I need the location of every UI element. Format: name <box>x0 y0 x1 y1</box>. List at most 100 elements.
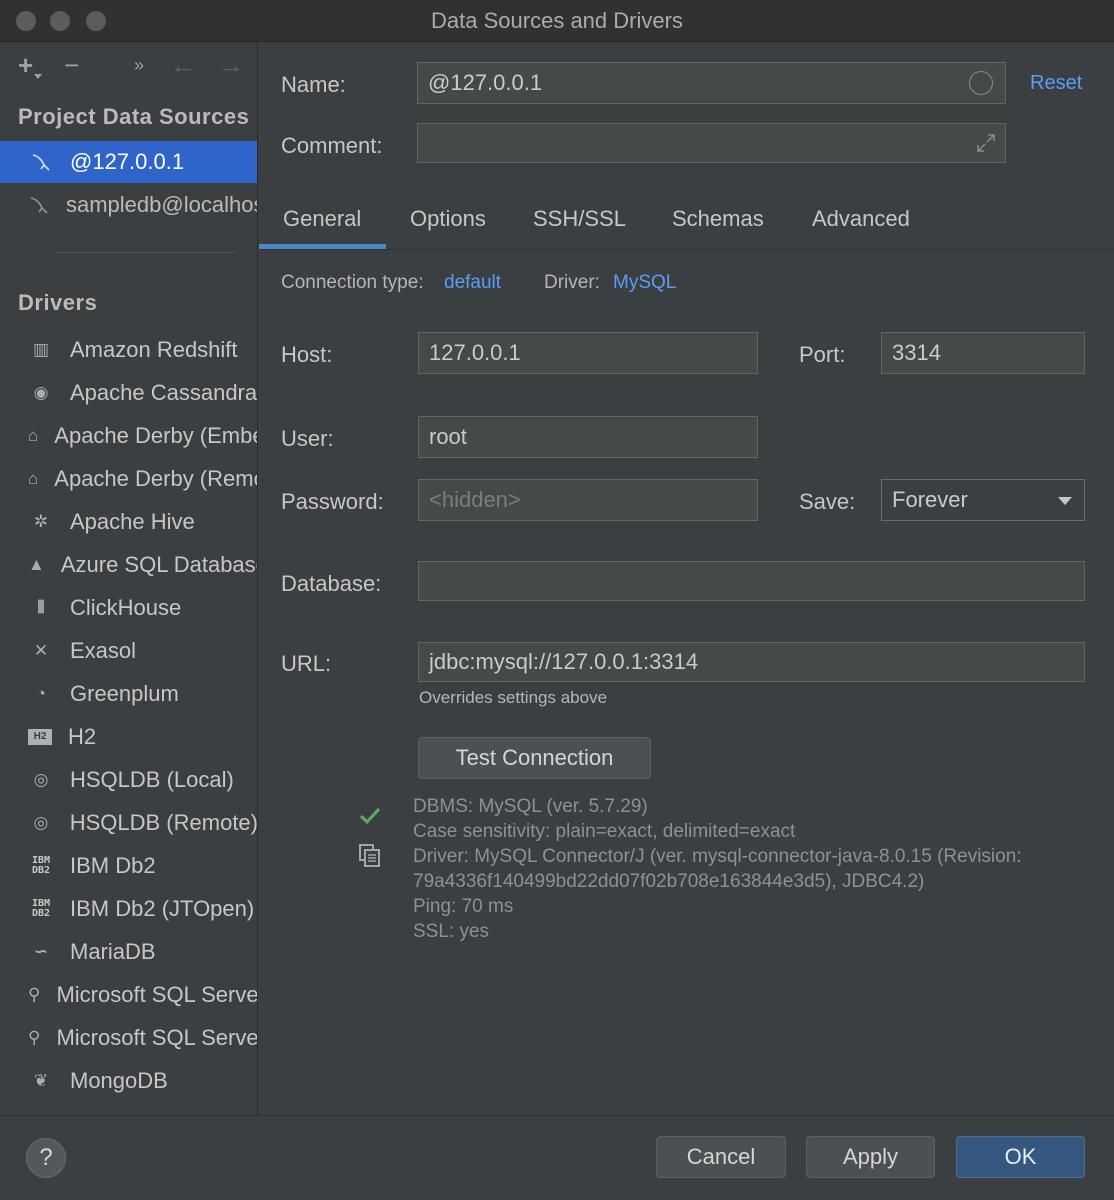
driver-item[interactable]: ⚲ Microsoft SQL Server <box>0 1016 257 1059</box>
test-connection-button[interactable]: Test Connection <box>418 737 651 779</box>
window-title: Data Sources and Drivers <box>431 7 683 33</box>
result-line: Case sensitivity: plain=exact, delimited… <box>413 821 796 842</box>
ok-button[interactable]: OK <box>956 1136 1085 1178</box>
ibm-db2-icon: IBM DB2 <box>31 897 51 919</box>
url-input[interactable]: jdbc:mysql://127.0.0.1:3314 <box>418 642 1085 682</box>
help-icon[interactable]: ? <box>26 1138 66 1178</box>
driver-item[interactable]: ▲ Azure SQL Database <box>0 543 258 586</box>
driver-item[interactable]: ⦀ ClickHouse <box>0 586 257 629</box>
password-input[interactable]: <hidden> <box>418 479 758 521</box>
host-label: Host: <box>281 342 333 367</box>
host-input[interactable]: 127.0.0.1 <box>418 332 758 374</box>
success-check-icon <box>359 806 381 832</box>
result-line: Ping: 70 ms <box>413 896 514 917</box>
driver-item[interactable]: ◉ Apache Cassandra <box>0 371 257 414</box>
apply-button[interactable]: Apply <box>806 1136 935 1178</box>
driver-label: MariaDB <box>70 938 156 964</box>
remove-icon[interactable]: − <box>64 52 79 78</box>
driver-item[interactable]: ⚲ Microsoft SQL Server <box>0 973 257 1016</box>
driver-item[interactable]: ✲ Apache Hive <box>0 500 257 543</box>
save-select[interactable]: Forever <box>881 479 1085 521</box>
save-value: Forever <box>892 487 968 512</box>
add-dropdown-icon[interactable] <box>34 74 42 79</box>
driver-link[interactable]: MySQL <box>613 272 676 294</box>
connection-type-link[interactable]: default <box>444 272 501 294</box>
tab-options[interactable]: Options <box>410 206 486 232</box>
minimize-window-button[interactable] <box>50 11 70 31</box>
drivers-header: Drivers <box>18 290 98 315</box>
hsqldb-icon: ◎ <box>33 769 49 789</box>
add-icon[interactable]: + <box>18 52 33 78</box>
exasol-icon: ✕ <box>33 640 49 660</box>
save-label: Save: <box>799 489 856 514</box>
driver-label: Amazon Redshift <box>70 336 238 362</box>
tab-advanced[interactable]: Advanced <box>812 206 910 232</box>
forward-arrow-icon[interactable]: → <box>218 52 244 78</box>
driver-item[interactable]: ⌂ Apache Derby (Remote) <box>0 457 257 500</box>
name-input[interactable]: @127.0.0.1 <box>417 62 1006 104</box>
mariadb-icon: ∽ <box>33 941 49 961</box>
tab-schemas[interactable]: Schemas <box>672 206 764 232</box>
mssql-icon: ⚲ <box>28 984 41 1004</box>
ibm-db2-icon: IBM DB2 <box>31 854 51 876</box>
driver-label: HSQLDB (Local) <box>70 766 234 792</box>
result-line: SSL: yes <box>413 921 490 942</box>
driver-item[interactable]: ◎ HSQLDB (Remote) <box>0 801 257 844</box>
reset-link[interactable]: Reset <box>1030 72 1082 95</box>
port-value: 3314 <box>892 340 941 365</box>
tab-ssh-ssl[interactable]: SSH/SSL <box>533 206 626 232</box>
azure-icon: ▲ <box>28 554 45 574</box>
zoom-window-button[interactable] <box>86 11 106 31</box>
sidebar-toolbar: + − » ← → <box>0 42 257 92</box>
clickhouse-icon: ⦀ <box>37 597 45 617</box>
driver-item[interactable]: ∽ MariaDB <box>0 930 257 973</box>
mongodb-icon: ❦ <box>33 1070 49 1090</box>
driver-item[interactable]: H2 H2 <box>0 715 257 758</box>
mssql-icon: ⚲ <box>28 1027 41 1047</box>
driver-label: Apache Derby (Remote) <box>54 465 257 491</box>
driver-item[interactable]: ▥ Amazon Redshift <box>0 328 257 371</box>
data-source-item[interactable]: sampledb@localhost <box>0 184 257 226</box>
tab-general[interactable]: General <box>283 206 361 232</box>
more-icon[interactable]: » <box>134 52 144 78</box>
copy-icon[interactable] <box>359 844 381 874</box>
driver-item[interactable]: ⌂ Apache Derby (Embedded) <box>0 414 257 457</box>
result-line: Driver: MySQL Connector/J (ver. mysql-co… <box>413 846 1022 867</box>
close-window-button[interactable] <box>16 11 36 31</box>
sidebar: + − » ← → Project Data Sources @127.0.0.… <box>0 42 258 1115</box>
port-input[interactable]: 3314 <box>881 332 1085 374</box>
driver-label: Driver: <box>544 272 600 293</box>
driver-label: ClickHouse <box>70 594 182 620</box>
comment-input[interactable] <box>417 123 1006 163</box>
driver-item[interactable]: ◔ Greenplum <box>0 672 257 715</box>
driver-item[interactable]: ◎ HSQLDB (Local) <box>0 758 257 801</box>
driver-item[interactable]: IBM DB2 IBM Db2 <box>0 844 257 887</box>
tab-bar: General Options SSH/SSL Schemas Advanced <box>259 192 1114 250</box>
derby-icon: ⌂ <box>28 468 39 488</box>
password-placeholder: <hidden> <box>429 487 521 512</box>
database-input[interactable] <box>418 561 1085 601</box>
comment-label: Comment: <box>281 133 383 158</box>
sidebar-divider <box>56 252 236 253</box>
result-line: 79a4336f140499bd22dd07f02b708e163844e3d5… <box>413 871 925 892</box>
back-arrow-icon[interactable]: ← <box>170 52 196 78</box>
color-circle-icon[interactable] <box>969 71 993 95</box>
data-source-label: @127.0.0.1 <box>70 149 185 174</box>
driver-label: Exasol <box>70 637 137 663</box>
data-source-item[interactable]: @127.0.0.1 <box>0 141 257 183</box>
url-value: jdbc:mysql://127.0.0.1:3314 <box>429 649 699 674</box>
driver-label: Azure SQL Database <box>60 551 258 577</box>
connection-type-label: Connection type: <box>281 272 424 293</box>
greenplum-icon: ◔ <box>35 683 47 703</box>
user-value: root <box>429 424 467 449</box>
test-connection-result: DBMS: MySQL (ver. 5.7.29) Case sensitivi… <box>413 794 1022 944</box>
driver-item[interactable]: ✕ Exasol <box>0 629 257 672</box>
driver-label: H2 <box>68 723 97 749</box>
hsqldb-icon: ◎ <box>33 812 49 832</box>
cancel-button[interactable]: Cancel <box>656 1136 786 1178</box>
driver-item[interactable]: IBM DB2 IBM Db2 (JTOpen) <box>0 887 257 930</box>
user-input[interactable]: root <box>418 416 758 458</box>
name-label: Name: <box>281 72 346 97</box>
driver-item[interactable]: ❦ MongoDB <box>0 1059 257 1102</box>
expand-icon[interactable] <box>975 132 997 160</box>
